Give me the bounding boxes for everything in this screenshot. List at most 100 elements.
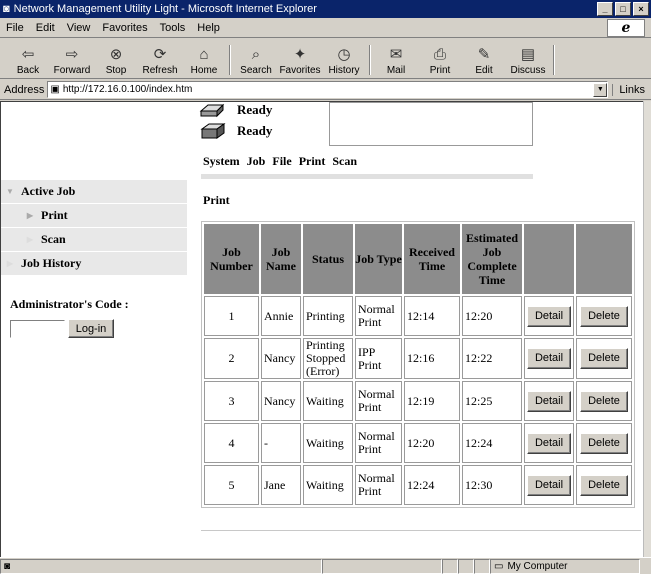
table-row: 1 Annie Printing Normal Print 12:14 12:20 Deta… [204,296,632,336]
toolbar-button-label: Mail [386,65,406,76]
job-type-cell: Normal Print [355,465,402,505]
toolbar-button-label: Forward [53,65,91,76]
address-url: http://172.16.0.100/index.htm [62,84,193,95]
tab-print[interactable]: Print [299,154,326,169]
tab-scan[interactable]: Scan [332,154,357,169]
job-type-cell: Normal Print [355,381,402,421]
detail-cell: Detail [524,465,574,505]
delete-button[interactable]: Delete [580,432,628,454]
header-job-type: Job Type [355,224,402,294]
delete-button[interactable]: Delete [580,390,628,412]
close-button[interactable]: × [633,2,649,16]
login-button[interactable]: Log-in [68,319,114,338]
detail-button[interactable]: Detail [527,474,571,496]
sidebar-item-scan[interactable]: ▶ Scan [1,228,187,252]
print-icon: ⎙ [433,46,446,63]
received-time-cell: 12:24 [404,465,460,505]
search-icon: ⌕ [251,46,261,63]
toolbar-favorites-button[interactable]: ✦ Favorites [278,40,322,78]
detail-button[interactable]: Detail [527,348,571,369]
delete-button[interactable]: Delete [580,305,628,327]
device-status-row-2: Ready [199,123,272,139]
toolbar-discuss-button[interactable]: ▤ Discuss [506,40,550,78]
job-name-cell: - [261,423,301,463]
device-status-text: Ready [237,123,273,138]
complete-time-cell: 12:25 [462,381,522,421]
menu-edit[interactable]: Edit [30,22,61,34]
received-time-cell: 12:16 [404,338,460,379]
device-status-row-1: Ready [199,102,272,118]
toolbar-button-label: History [328,65,360,76]
window-titlebar: ◙ Network Management Utility Light - Mic… [0,0,651,18]
job-status-cell: Waiting [303,465,353,505]
toolbar-edit-button[interactable]: ✎ Edit [462,40,506,78]
table-row: 5 Jane Waiting Normal Print 12:24 12:30 Detail… [204,465,632,505]
admin-code-label: Administrator's Code : [10,297,129,311]
header-job-number: Job Number [204,224,259,294]
toolbar-search-button[interactable]: ⌕ Search [234,40,278,78]
tab-file[interactable]: File [272,154,291,169]
toolbar-button-label: Back [16,65,40,76]
menu-help[interactable]: Help [191,22,226,34]
detail-button[interactable]: Detail [527,305,571,327]
toolbar-separator [229,45,231,75]
forward-arrow-icon: ⇨ [65,46,79,63]
maximize-button[interactable]: □ [615,2,631,16]
address-dropdown-icon[interactable]: ▼ [593,82,608,97]
status-bar: ◙ ▭ My Computer [0,557,651,574]
job-type-cell: Normal Print [355,423,402,463]
minimize-button[interactable]: _ [597,2,613,16]
tab-system[interactable]: System [203,154,240,169]
computer-icon: ▭ [494,560,504,572]
toolbar-history-button[interactable]: ◷ History [322,40,366,78]
received-time-cell: 12:14 [404,296,460,336]
complete-time-cell: 12:20 [462,296,522,336]
sidebar-item-label: Active Job [21,184,76,198]
toolbar-forward-button[interactable]: ⇨ Forward [50,40,94,78]
toolbar-print-button[interactable]: ⎙ Print [418,40,462,78]
toolbar-button-label: Discuss [510,65,546,76]
detail-button[interactable]: Detail [527,390,571,412]
tab-underline [201,174,533,179]
menu-view[interactable]: View [61,22,97,34]
page-loaded-icon: ◙ [4,560,11,572]
toolbar-mail-button[interactable]: ✉ Mail [374,40,418,78]
sidebar-item-job-history[interactable]: ▶ Job History [1,252,187,276]
menu-tools[interactable]: Tools [154,22,192,34]
toolbar-back-button[interactable]: ⇦ Back [6,40,50,78]
job-status-cell: Waiting [303,423,353,463]
detail-cell: Detail [524,296,574,336]
toolbar-refresh-button[interactable]: ⟳ Refresh [138,40,182,78]
links-button[interactable]: Links [612,83,651,96]
received-time-cell: 12:19 [404,381,460,421]
menu-file[interactable]: File [0,22,30,34]
sidebar-item-active-job[interactable]: ▼ Active Job [1,180,187,204]
vertical-scrollbar[interactable] [643,101,651,557]
delete-button[interactable]: Delete [580,474,628,496]
complete-time-cell: 12:30 [462,465,522,505]
detail-button[interactable]: Detail [527,432,571,454]
job-status-cell: Waiting [303,381,353,421]
address-input[interactable]: ▣ http://172.16.0.100/index.htm ▼ [47,81,609,98]
sidebar-item-label: Job History [21,256,82,270]
admin-code-input[interactable] [10,320,65,338]
jobs-table: Job Number Job Name Status Job Type Rece… [201,221,635,508]
tab-job[interactable]: Job [247,154,266,169]
delete-button[interactable]: Delete [580,348,628,369]
toolbar-button-label: Edit [475,65,493,76]
ie-window-icon: ◙ [3,3,10,15]
content-divider [201,530,641,531]
table-row: 3 Nancy Waiting Normal Print 12:19 12:25 Detai… [204,381,632,421]
status-zone-cell: ▭ My Computer [490,558,640,574]
favorites-icon: ✦ [293,46,307,63]
detail-cell: Detail [524,381,574,421]
discuss-icon: ▤ [520,46,536,63]
menu-favorites[interactable]: Favorites [96,22,153,34]
toolbar-home-button[interactable]: ⌂ Home [182,40,226,78]
toolbar-stop-button[interactable]: ⊗ Stop [94,40,138,78]
tab-bar: System Job File Print Scan [203,154,364,169]
sidebar-item-print[interactable]: ▶ Print [1,204,187,228]
complete-time-cell: 12:22 [462,338,522,379]
job-number-cell: 1 [204,296,259,336]
status-cell [442,558,458,574]
